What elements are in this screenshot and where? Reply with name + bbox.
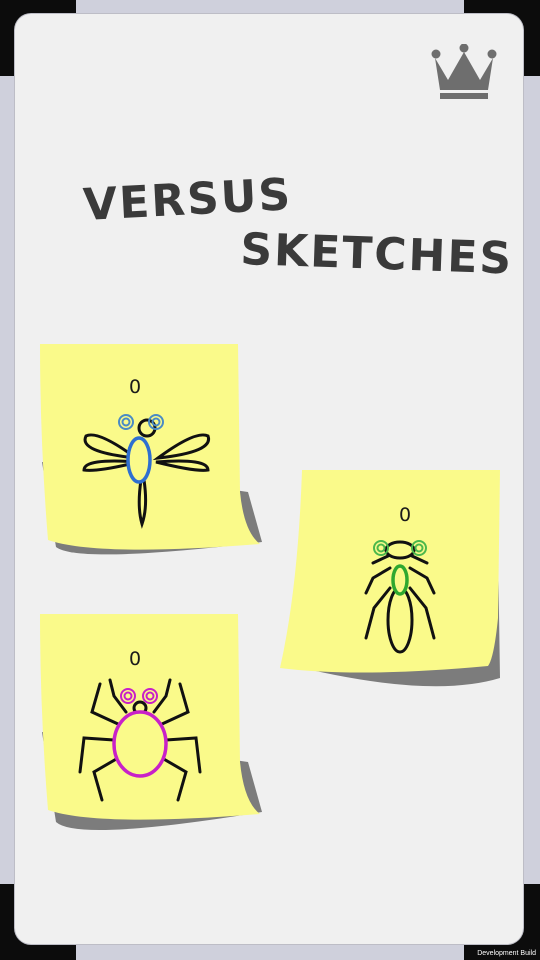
development-build-label: Development Build <box>477 950 536 957</box>
player-note-beetle[interactable]: 0 <box>278 468 508 698</box>
title-line-2: SKETCHES <box>240 224 514 284</box>
title-line-1: VERSUS <box>82 169 293 231</box>
score-dragonfly: 0 <box>128 376 142 398</box>
crown-icon[interactable] <box>430 43 498 102</box>
player-note-spider[interactable]: 0 <box>38 612 268 842</box>
score-beetle: 0 <box>398 504 412 526</box>
score-spider: 0 <box>128 648 142 670</box>
game-title: VERSUS SKETCHES <box>80 169 514 284</box>
player-note-dragonfly[interactable]: 0 <box>38 342 268 572</box>
